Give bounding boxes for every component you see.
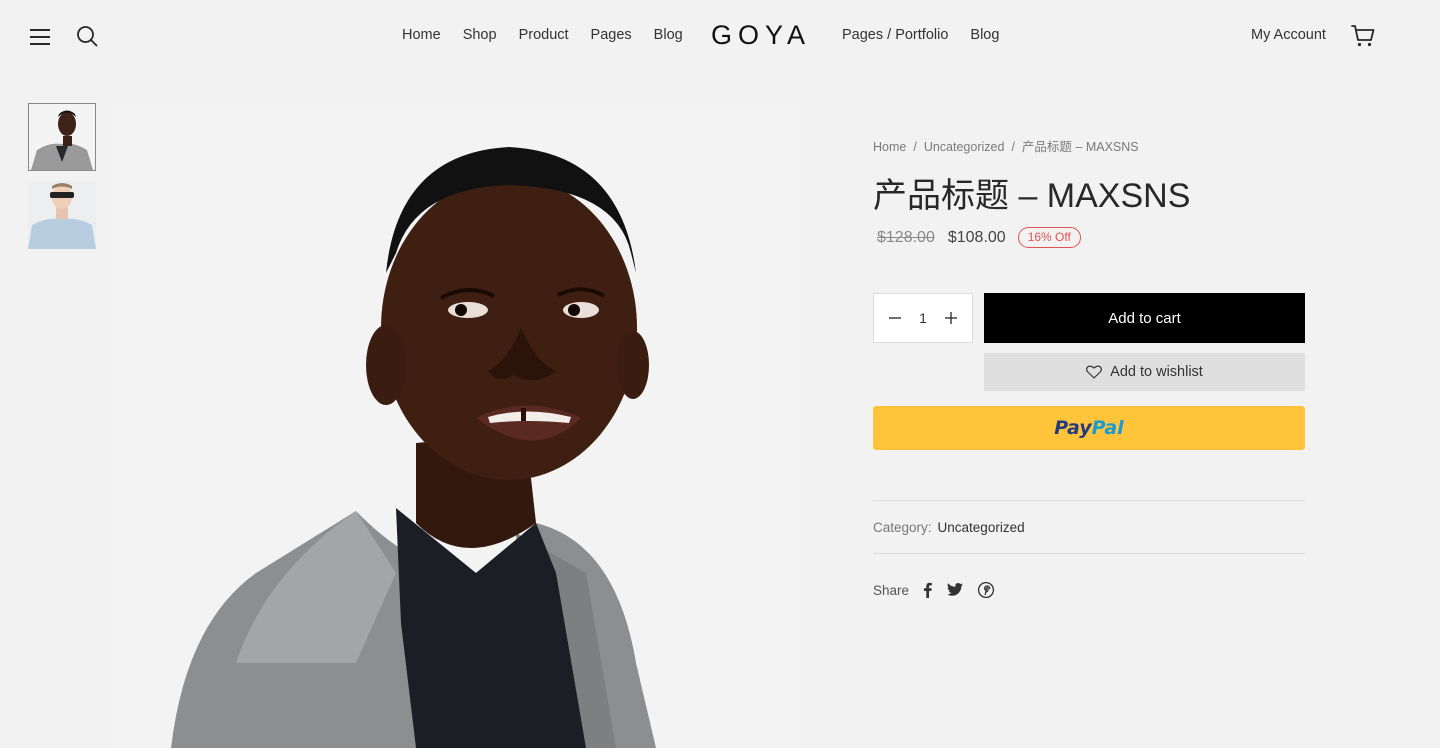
divider-top <box>873 500 1305 501</box>
paypal-button[interactable]: Pay Pal <box>873 406 1305 450</box>
add-to-wishlist-button[interactable]: Add to wishlist <box>984 353 1305 391</box>
product-title: 产品标题 – MAXSNS <box>873 177 1191 215</box>
facebook-icon[interactable] <box>923 582 932 598</box>
share-bar: Share <box>873 582 995 598</box>
my-account-link[interactable]: My Account <box>1251 27 1326 43</box>
divider-bottom <box>873 553 1305 554</box>
share-label: Share <box>873 582 910 598</box>
breadcrumb-home[interactable]: Home <box>873 140 906 154</box>
sale-price: $108.00 <box>947 228 1006 246</box>
old-price: $128.00 <box>877 228 935 246</box>
product-prices: $128.00 $108.00 16% Off <box>877 227 1081 248</box>
nav-product[interactable]: Product <box>519 27 569 43</box>
plus-icon <box>945 312 957 324</box>
twitter-icon[interactable] <box>947 583 964 597</box>
main-nav-right: Pages / Portfolio Blog <box>842 27 1021 43</box>
breadcrumb-category[interactable]: Uncategorized <box>924 140 1005 154</box>
nav-blog[interactable]: Blog <box>654 27 683 43</box>
nav-pages-portfolio[interactable]: Pages / Portfolio <box>842 27 948 43</box>
cart-icon[interactable] <box>1350 23 1376 49</box>
heart-icon <box>1086 365 1103 379</box>
nav-shop[interactable]: Shop <box>463 27 497 43</box>
nav-home[interactable]: Home <box>402 27 441 43</box>
product-main-image[interactable] <box>116 103 796 748</box>
menu-icon[interactable] <box>30 29 50 45</box>
quantity-increase-button[interactable] <box>940 307 962 329</box>
quantity-input[interactable]: 1 <box>908 310 938 326</box>
paypal-pal-text: Pal <box>1091 417 1124 439</box>
nav-pages[interactable]: Pages <box>591 27 632 43</box>
breadcrumb: Home / Uncategorized / 产品标题 – MAXSNS <box>873 140 1139 154</box>
category-link[interactable]: Uncategorized <box>938 520 1025 535</box>
breadcrumb-current: 产品标题 – MAXSNS <box>1021 140 1139 154</box>
discount-badge: 16% Off <box>1017 227 1081 248</box>
search-icon[interactable] <box>76 25 98 47</box>
thumbnail-2[interactable] <box>28 181 96 249</box>
nav-blog-2[interactable]: Blog <box>970 27 999 43</box>
main-nav-left: Home Shop Product Pages Blog <box>402 27 705 43</box>
pinterest-icon[interactable] <box>978 582 995 598</box>
minus-icon <box>889 317 901 319</box>
quantity-decrease-button[interactable] <box>884 307 906 329</box>
product-thumbnails <box>28 103 96 259</box>
product-category: Category: Uncategorized <box>873 520 1025 535</box>
site-logo[interactable]: GOYA <box>711 20 811 51</box>
add-to-cart-button[interactable]: Add to cart <box>984 293 1305 343</box>
thumbnail-1[interactable] <box>28 103 96 171</box>
quantity-stepper: 1 <box>873 293 973 343</box>
site-header: Home Shop Product Pages Blog GOYA Pages … <box>0 0 1440 72</box>
paypal-pay-text: Pay <box>1054 417 1092 439</box>
category-label: Category: <box>873 520 932 535</box>
wishlist-label: Add to wishlist <box>1110 364 1203 380</box>
